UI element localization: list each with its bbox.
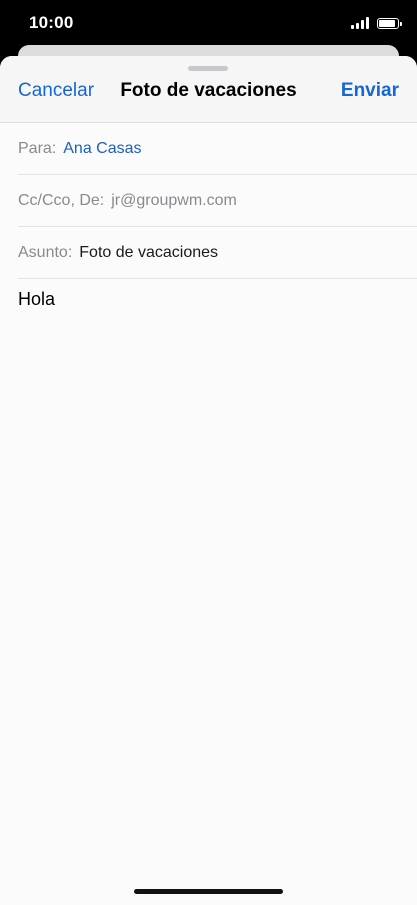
compose-nav-bar: Cancelar Foto de vacaciones Enviar	[0, 56, 417, 123]
to-field[interactable]: Para: Ana Casas	[0, 123, 417, 175]
home-indicator[interactable]	[134, 889, 283, 894]
cc-bcc-from-label: Cc/Cco, De:	[18, 192, 105, 209]
subject-input[interactable]: Foto de vacaciones	[79, 244, 218, 262]
battery-icon	[377, 17, 402, 29]
device-notch	[91, 0, 326, 33]
field-divider	[18, 278, 417, 279]
status-icons	[351, 17, 402, 29]
send-button[interactable]: Enviar	[341, 80, 399, 102]
sheet-grabber-handle[interactable]	[188, 66, 228, 71]
subject-field[interactable]: Asunto: Foto de vacaciones	[0, 227, 417, 279]
from-address[interactable]: jr@groupwm.com	[111, 192, 237, 210]
battery-fill	[379, 19, 396, 27]
cellular-signal-icon	[351, 17, 369, 29]
status-time: 10:00	[29, 13, 74, 32]
cc-bcc-from-field[interactable]: Cc/Cco, De: jr@groupwm.com	[0, 175, 417, 227]
message-body[interactable]: Hola	[18, 289, 55, 310]
compose-sheet: Cancelar Foto de vacaciones Enviar Para:…	[0, 56, 417, 905]
to-label: Para:	[18, 140, 57, 157]
to-recipient-token[interactable]: Ana Casas	[63, 140, 141, 158]
subject-label: Asunto:	[18, 244, 73, 261]
